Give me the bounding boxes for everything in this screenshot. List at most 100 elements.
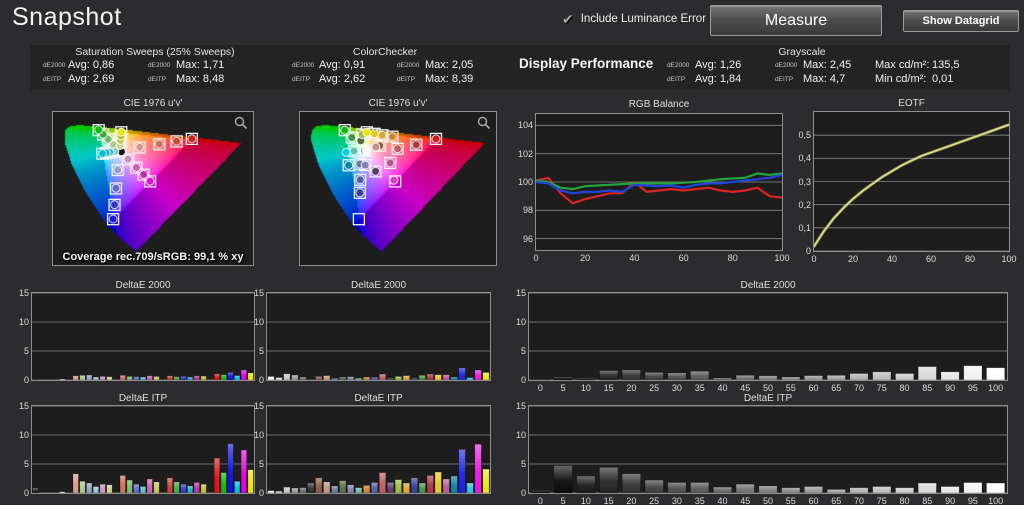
axis-tick-label: 85 [916,383,939,393]
axis-tick-label: 5 [1,459,29,469]
measured-point [363,128,371,136]
axis-tick-label: 15 [498,288,526,298]
measured-point [386,159,394,167]
measured-point [348,134,356,142]
measured-point [132,164,140,172]
axis-tick-label: 15 [1,288,29,298]
chart-title: CIE 1976 u'v' [299,98,497,110]
sweeps-de2000-avg: Avg: 0,86 [68,59,114,71]
axis-tick-label: 15 [597,383,620,393]
axis-tick-label: 0 [498,375,526,385]
target-square [353,214,364,225]
axis-tick-label: 10 [236,317,264,327]
chart-title: DeltaE ITP [266,393,491,405]
metric-label: dE2000 [43,62,65,69]
axis-tick-label: 45 [734,383,757,393]
axis-tick-label: 70 [848,496,871,505]
metric-label: dE2000 [148,62,170,69]
measured-point [155,140,163,148]
measured-point [112,184,120,192]
axis-tick-label: 5 [236,459,264,469]
axis-tick-label: 20 [568,253,602,263]
chart-canvas [300,112,496,265]
cie-colorchecker-chart [299,111,497,266]
axis-tick-label: 10 [498,430,526,440]
axis-tick-label: 5 [236,346,264,356]
axis-tick-label: 104 [505,120,533,130]
axis-tick-label: 90 [939,496,962,505]
measured-point [136,143,144,151]
cc-de2000-avg: Avg: 0,91 [319,59,365,71]
axis-tick-label: 95 [961,383,984,393]
axis-tick-label: 15 [236,288,264,298]
measured-point [146,177,154,185]
sweeps-deitp-max: Max: 8,48 [176,73,224,85]
axis-tick-label: 60 [802,496,825,505]
axis-tick-label: 60 [802,383,825,393]
chart-canvas [267,293,490,380]
axis-tick-label: 40 [711,383,734,393]
metric-label: dEITP [667,76,685,83]
axis-tick-label: 0 [529,383,552,393]
gs-deitp-avg: Avg: 1,84 [695,73,741,85]
measured-point [114,166,122,174]
axis-tick-label: 100 [984,496,1007,505]
saturation-sweeps-title: Saturation Sweeps (25% Sweeps) [40,46,270,58]
axis-tick-label: 0,3 [783,177,811,187]
de2000-colorchecker-chart: 051015 [266,292,491,381]
axis-tick-label: 95 [961,496,984,505]
axis-tick-label: 50 [757,383,780,393]
measured-point [173,137,181,145]
chart-canvas [529,406,1007,493]
chart-title: DeltaE 2000 [528,280,1008,292]
chart-canvas [814,112,1009,251]
include-luminance-label: Include Luminance Error [581,13,706,25]
gs-de2000-avg: Avg: 1,26 [695,59,741,71]
include-luminance-checkbox[interactable]: ✔ Include Luminance Error [562,12,706,26]
axis-tick-label: 40 [617,253,651,263]
axis-tick-label: 80 [893,383,916,393]
axis-tick-label: 75 [870,496,893,505]
measure-button[interactable]: Measure [710,5,882,36]
axis-tick-label: 10 [498,317,526,327]
axis-tick-label: 85 [916,496,939,505]
max-luminance-value: 135,5 [932,59,960,71]
axis-tick-label: 100 [505,177,533,187]
axis-tick-label: 0,5 [783,130,811,140]
axis-tick-label: 0 [1,488,29,498]
axis-tick-label: 80 [716,253,750,263]
sweeps-deitp-avg: Avg: 2,69 [68,73,114,85]
gs-deitp-max: Max: 4,7 [803,73,845,85]
axis-tick-label: 25 [643,383,666,393]
measured-point [341,126,349,134]
de2000-grayscale-chart: 051015 051015202530354045505560657075808… [528,292,1008,381]
measured-point [378,131,386,139]
chart-title: DeltaE 2000 [266,280,491,292]
chart-title: CIE 1976 u'v' [52,98,254,110]
chart-title: DeltaE ITP [528,393,1008,405]
axis-tick-label: 35 [688,496,711,505]
metric-label: dEITP [775,76,793,83]
deitp-grayscale-chart: 051015 051015202530354045505560657075808… [528,405,1008,494]
axis-tick-label: 96 [505,234,533,244]
metric-label: dEITP [148,76,166,83]
gs-de2000-max: Max: 2,45 [803,59,851,71]
axis-tick-label: 15 [597,496,620,505]
measured-point [342,148,350,156]
metric-label: dEITP [43,76,61,83]
axis-tick-label: 30 [666,383,689,393]
axis-tick-label: 35 [688,383,711,393]
measured-point [372,167,380,175]
measured-point [371,130,379,138]
cc-de2000-max: Max: 2,05 [425,59,473,71]
measured-point [188,135,196,143]
axis-tick-label: 10 [236,430,264,440]
axis-tick-label: 0 [797,254,831,264]
chart-canvas [53,112,253,265]
eotf-chart: 00,10,20,30,40,5020406080100 [813,111,1010,252]
metric-label: dEITP [292,76,310,83]
show-datagrid-button[interactable]: Show Datagrid [903,10,1019,32]
axis-tick-label: 0,4 [783,153,811,163]
axis-tick-label: 10 [1,317,29,327]
axis-tick-label: 5 [498,346,526,356]
